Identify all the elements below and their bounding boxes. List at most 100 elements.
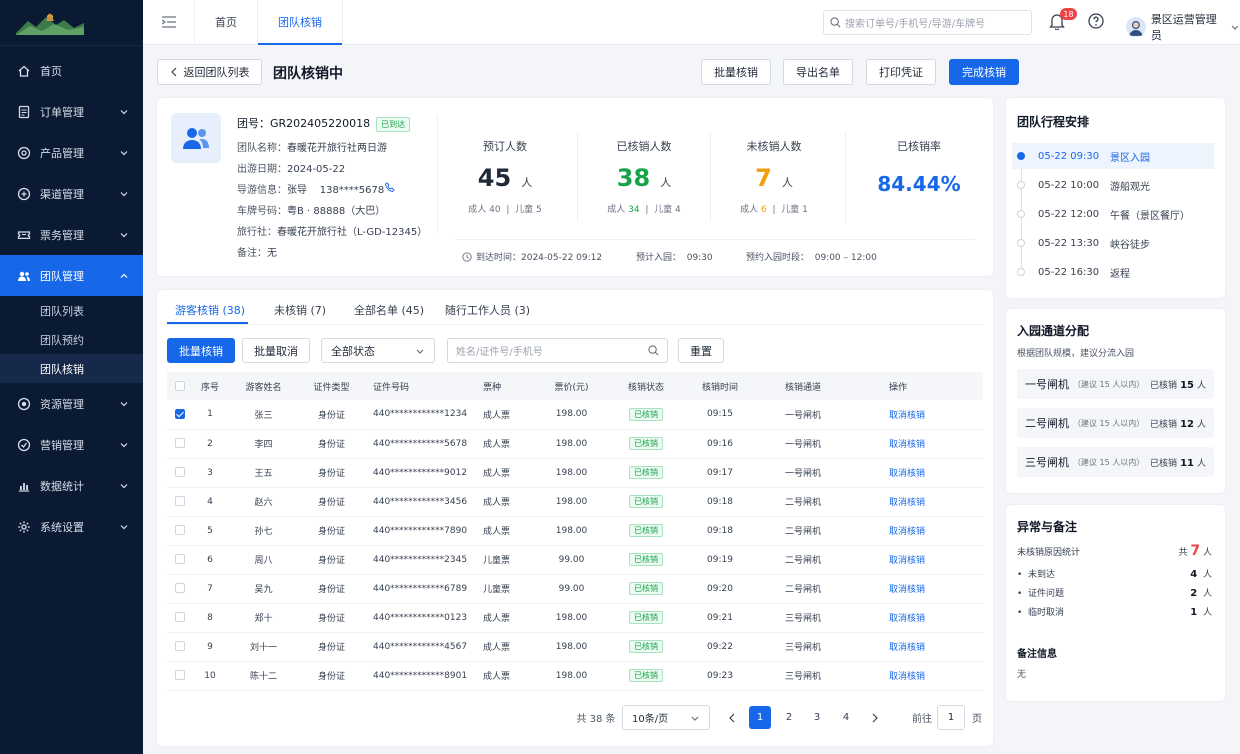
gate-hint: （建议 15 人以内） [1073,418,1145,428]
cancel-verify-link[interactable]: 取消核销 [889,643,925,653]
sidebar-item-stats[interactable]: 数据统计 [0,465,143,506]
prev-page-button[interactable] [721,706,743,729]
row-checkbox[interactable] [175,525,185,536]
row-checkbox[interactable] [175,409,185,419]
cell-price: 99.00 [539,545,604,575]
sidebar-item-product[interactable]: 产品管理 [0,132,143,173]
cell-action: 取消核销 [854,458,983,488]
cell-ticket: 成人票 [473,429,539,459]
cancel-verify-link[interactable]: 取消核销 [889,614,925,624]
reset-button[interactable]: 重置 [678,338,724,363]
sidebar-item-order[interactable]: 订单管理 [0,91,143,132]
itinerary-time: 05-22 10:00 [1038,179,1100,191]
timeline-dot [1017,181,1025,189]
cancel-verify-link[interactable]: 取消核销 [889,585,925,595]
page-size-select[interactable]: 10条/页 [622,705,710,730]
row-select-cell [167,487,193,517]
cell-action: 取消核销 [854,574,983,604]
tab-all-list[interactable]: 全部名单 (45) [354,302,424,318]
stat-verified-value: 38 [616,164,651,192]
menu-toggle-button[interactable] [143,0,195,45]
row-checkbox[interactable] [175,467,185,478]
tab-team-verify[interactable]: 团队核销 [258,0,343,45]
timeline-dot [1017,152,1025,160]
sidebar-item-ticket[interactable]: 票务管理 [0,214,143,255]
export-list-button[interactable]: 导出名单 [783,59,853,85]
goto-page-input[interactable]: 1 [937,705,965,730]
sidebar-item-team[interactable]: 团队管理 [0,255,143,296]
cancel-verify-link[interactable]: 取消核销 [889,556,925,566]
batch-cancel-button[interactable]: 批量取消 [242,338,310,363]
cell-gate: 三号闸机 [752,632,854,662]
back-button[interactable]: 返回团队列表 [157,59,262,85]
tab-staff[interactable]: 随行工作人员 (3) [445,302,530,318]
sidebar-subitem[interactable]: 团队列表 [0,296,143,325]
next-page-button[interactable] [864,706,886,729]
cancel-verify-link[interactable]: 取消核销 [889,440,925,450]
cancel-verify-link[interactable]: 取消核销 [889,469,925,479]
table-row: 2 李四 身份证 440************5678 成人票 198.00 已核销 09:… [167,429,983,459]
stat-booked-unit: 人 [521,176,533,189]
stat-pending-adult-label: 成人 [740,205,759,215]
gate-count: 11 [1180,457,1194,469]
tab-unverified[interactable]: 未核销 (7) [274,302,326,318]
sidebar-item-channel[interactable]: 渠道管理 [0,173,143,214]
channel-icon [17,187,31,201]
status-select[interactable]: 全部状态 [321,338,435,363]
row-checkbox[interactable] [175,554,185,565]
chevron-left-icon [729,713,735,722]
sidebar-item-settings[interactable]: 系统设置 [0,506,143,547]
batch-verify-button[interactable]: 批量核销 [167,338,235,363]
sidebar-item-home[interactable]: 首页 [0,50,143,91]
page-button[interactable]: 1 [749,706,771,729]
cell-idtype: 身份证 [300,487,363,517]
cancel-verify-link[interactable]: 取消核销 [889,411,925,421]
cell-idno: 440************6789 [363,574,473,604]
cancel-verify-link[interactable]: 取消核销 [889,527,925,537]
page-button[interactable]: 3 [806,706,828,729]
row-checkbox[interactable] [175,438,185,449]
row-checkbox[interactable] [175,583,185,594]
global-search-input[interactable]: 搜索订单号/手机号/导游/车牌号 [823,10,1032,35]
stat-pending-title: 未核销人数 [746,140,802,153]
sidebar-subitem[interactable]: 团队预约 [0,325,143,354]
visitor-search-input[interactable]: 姓名/证件号/手机号 [447,338,668,363]
cancel-verify-link[interactable]: 取消核销 [889,498,925,508]
row-checkbox[interactable] [175,612,185,623]
row-checkbox[interactable] [175,670,185,681]
batch-verify-header-button[interactable]: 批量核销 [701,59,771,85]
complete-verify-button[interactable]: 完成核销 [949,59,1019,85]
status-badge: 已核销 [629,611,663,624]
status-badge: 已核销 [629,495,663,508]
itinerary-time: 05-22 13:30 [1038,237,1100,249]
cell-ticket: 成人票 [473,603,539,633]
page-button[interactable]: 4 [835,706,857,729]
arrival-time: 到达时间：2024-05-22 09:12 [462,250,602,263]
tab-home[interactable]: 首页 [195,0,258,45]
group-field: 团队名称：春暖花开旅行社两日游 [237,139,387,154]
tab-visitor-verify[interactable]: 游客核销 (38) [175,302,245,318]
cell-ticket: 儿童票 [473,574,539,604]
user-menu[interactable]: 景区运营管理员 [1126,11,1240,43]
select-all-checkbox[interactable] [175,380,185,391]
logo[interactable] [0,0,143,46]
chevron-down-icon [120,401,128,406]
row-checkbox[interactable] [175,641,185,652]
row-select-cell [167,458,193,488]
sidebar: 首页 订单管理 产品管理 渠道管理 票务管理 团队管理 团队列表 团队预约 团队核销 资源管理 营销… [0,0,143,754]
col-header: 游客姓名 [227,372,300,400]
row-select-cell [167,574,193,604]
phone-icon[interactable] [385,182,395,192]
sidebar-item-resource[interactable]: 资源管理 [0,383,143,424]
page-button[interactable]: 2 [778,706,800,729]
help-button[interactable] [1088,13,1104,29]
cancel-verify-link[interactable]: 取消核销 [889,672,925,682]
entry-window: 预约入园时段： 09:00 – 12:00 [746,253,877,263]
sidebar-subitem[interactable]: 团队核销 [0,354,143,383]
cell-no: 5 [193,516,227,546]
sidebar-item-marketing[interactable]: 营销管理 [0,424,143,465]
print-voucher-button[interactable]: 打印凭证 [866,59,936,85]
group-field-label: 导游信息： [237,185,287,196]
col-header: 证件号码 [363,372,473,400]
row-checkbox[interactable] [175,496,185,507]
